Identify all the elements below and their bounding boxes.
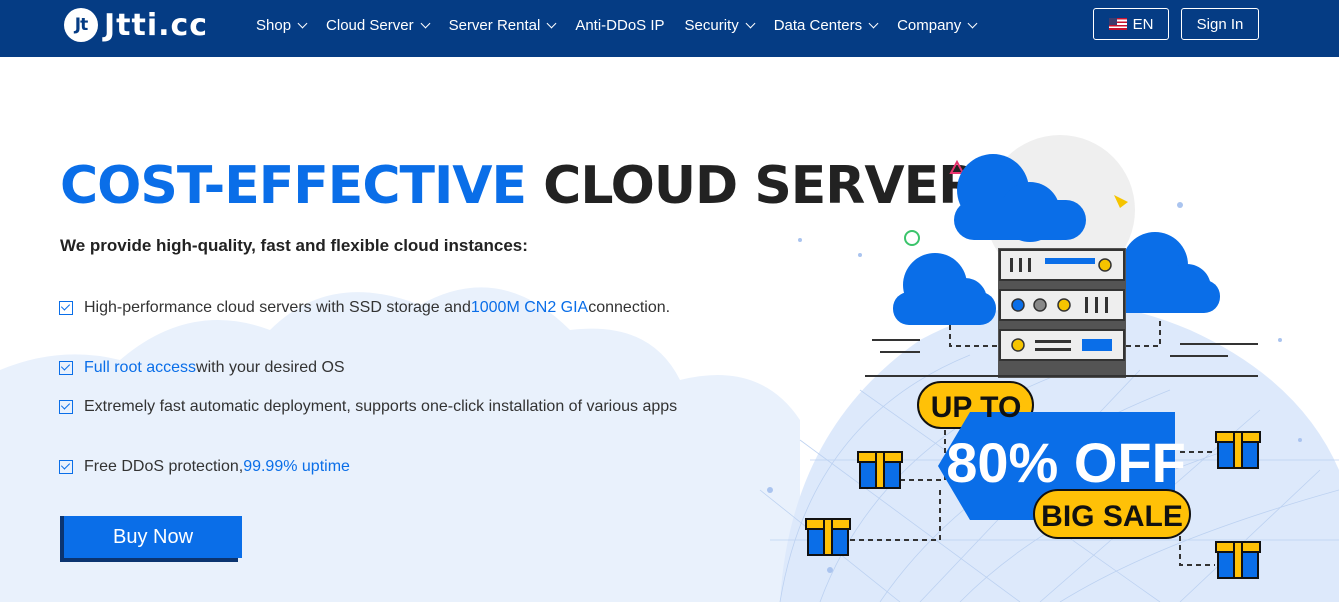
menu-anti-ddos-ip[interactable]: Anti-DDoS IP xyxy=(575,17,664,34)
menu-server-rental[interactable]: Server Rental xyxy=(448,16,557,34)
brand-logo[interactable]: Jt Jtti.cc xyxy=(64,7,208,43)
logo-mark: Jt xyxy=(64,8,98,42)
hero-subtitle: We provide high-quality, fast and flexib… xyxy=(60,236,528,255)
hero-title-highlight: COST-EFFECTIVE xyxy=(60,156,527,216)
menu-company[interactable]: Company xyxy=(897,16,978,34)
feature-text-after: with your desired OS xyxy=(196,359,345,376)
triangle-decoration-yellow xyxy=(1114,195,1128,208)
top-navigation: Jt Jtti.cc Shop Cloud Server Server Rent… xyxy=(0,0,1339,57)
chevron-down-icon xyxy=(420,18,431,28)
chevron-down-icon xyxy=(297,18,308,28)
feature-highlight: 99.99% uptime xyxy=(243,458,350,475)
menu-security-label: Security xyxy=(684,16,739,34)
chevron-down-icon xyxy=(745,18,756,28)
gift-box-icon xyxy=(1215,541,1261,579)
buy-now-label: Buy Now xyxy=(64,516,242,558)
gift-box-icon xyxy=(1215,431,1261,469)
chevron-down-icon xyxy=(967,18,978,28)
checkbox-icon xyxy=(59,301,73,315)
feature-item: Extremely fast automatic deployment, sup… xyxy=(59,398,677,416)
buy-now-button[interactable]: Buy Now xyxy=(60,516,242,562)
triangle-decoration xyxy=(949,159,965,174)
checkbox-icon xyxy=(59,361,73,375)
server-rack-icon xyxy=(998,248,1126,378)
promo-discount: 80% OFF xyxy=(946,431,1186,494)
menu-security[interactable]: Security xyxy=(684,16,756,34)
feature-text: Extremely fast automatic deployment, sup… xyxy=(84,398,678,415)
logo-text: Jtti.cc xyxy=(104,7,209,43)
feature-text: Free DDoS protection, xyxy=(84,458,244,475)
us-flag-icon xyxy=(1108,18,1127,30)
menu-cloud-server[interactable]: Cloud Server xyxy=(326,16,431,34)
menu-cloud-server-label: Cloud Server xyxy=(326,16,414,34)
menu-data-centers-label: Data Centers xyxy=(773,16,863,34)
feature-highlight: Full root access xyxy=(84,359,197,376)
gift-box-icon xyxy=(857,451,903,489)
cloud-icon xyxy=(1110,232,1220,313)
menu-anti-ddos-label: Anti-DDoS IP xyxy=(575,16,665,34)
checkbox-icon xyxy=(59,400,73,414)
ring-decoration xyxy=(904,230,920,246)
promo-big-sale: BIG SALE xyxy=(1041,500,1183,533)
menu-server-rental-label: Server Rental xyxy=(448,16,541,34)
menu-shop-label: Shop xyxy=(256,16,292,34)
checkbox-icon xyxy=(59,460,73,474)
chevron-down-icon xyxy=(868,18,879,28)
feature-item: Full root access with your desired OS xyxy=(59,359,345,377)
chevron-down-icon xyxy=(546,18,557,28)
cloud-icon xyxy=(893,253,996,325)
language-label: EN xyxy=(1132,15,1154,33)
menu-company-label: Company xyxy=(897,16,962,34)
feature-item: High-performance cloud servers with SSD … xyxy=(59,299,670,317)
menu-data-centers[interactable]: Data Centers xyxy=(773,16,879,34)
promo-up-to: UP TO xyxy=(931,391,1022,424)
main-menu: Shop Cloud Server Server Rental Anti-DDo… xyxy=(256,0,996,50)
gift-box-icon xyxy=(805,518,851,556)
cloud-icon xyxy=(954,154,1086,242)
menu-shop[interactable]: Shop xyxy=(256,16,308,34)
sign-in-button[interactable]: Sign In xyxy=(1181,8,1259,40)
promo-illustration: UP TO 80% OFF BIG SALE xyxy=(759,154,1339,602)
feature-text: High-performance cloud servers with SSD … xyxy=(84,299,471,316)
language-button[interactable]: EN xyxy=(1093,8,1169,40)
feature-highlight: 1000M CN2 GIA xyxy=(470,299,589,316)
feature-item: Free DDoS protection, 99.99% uptime xyxy=(59,458,350,476)
feature-text-after: connection. xyxy=(588,299,671,316)
